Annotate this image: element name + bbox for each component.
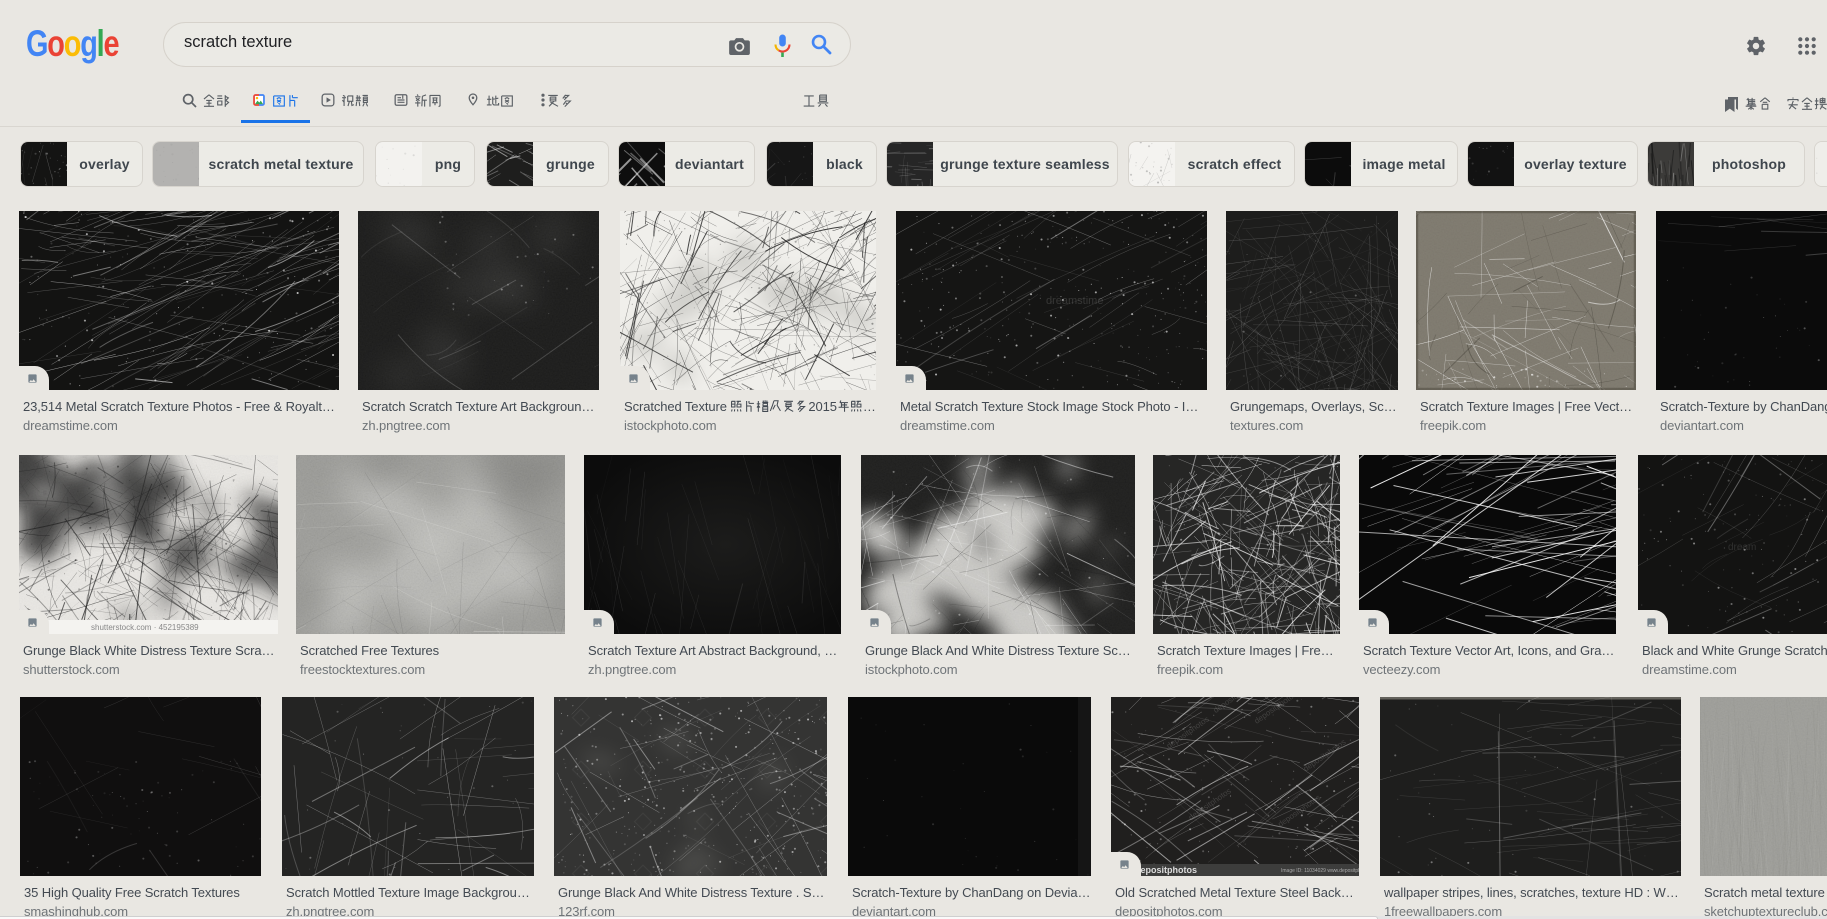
- svg-text:dream: dream: [1728, 542, 1756, 553]
- svg-text:Image ID: 11034029 www.depos: Image ID: 11034029 www.depositphotos.com: [1281, 868, 1359, 874]
- svg-text:depositphotos: depositphotos: [1276, 793, 1322, 829]
- svg-text:depositphotos: depositphotos: [1135, 865, 1197, 875]
- svg-text:shutterstock.com · 452195389: shutterstock.com · 452195389: [91, 623, 199, 632]
- svg-text:depositphotos: depositphotos: [1253, 697, 1299, 726]
- svg-text:depositphotos: depositphotos: [1212, 697, 1258, 715]
- svg-text:dreamstime: dreamstime: [1046, 295, 1103, 307]
- svg-text:depositphotos: depositphotos: [1302, 737, 1348, 773]
